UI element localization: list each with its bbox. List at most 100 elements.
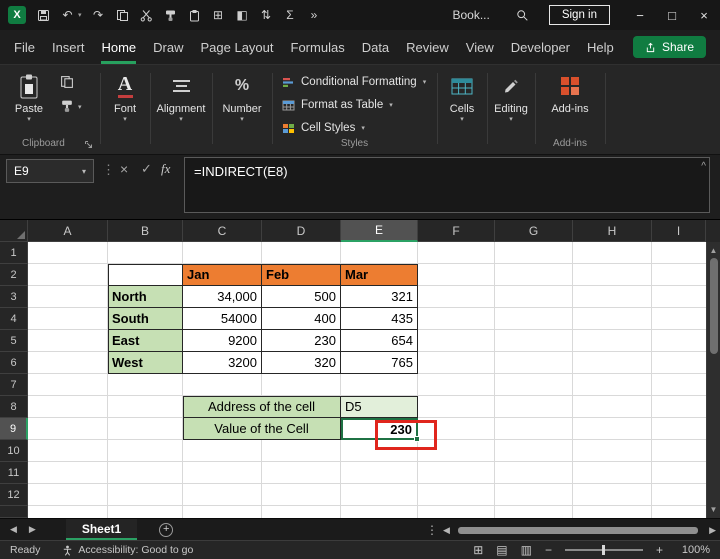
cell-e5[interactable]: 654 <box>341 330 418 352</box>
tab-home[interactable]: Home <box>101 30 136 64</box>
column-header-d[interactable]: D <box>262 220 341 242</box>
name-box[interactable]: E9 ▾ <box>6 159 94 183</box>
tab-file[interactable]: File <box>14 30 35 64</box>
next-sheet-icon[interactable]: ▶ <box>29 524 36 535</box>
page-break-view-icon[interactable]: ▥ <box>521 543 532 557</box>
format-as-table-button[interactable]: Format as Table ▾ <box>282 96 393 114</box>
maximize-button[interactable]: □ <box>656 0 688 30</box>
format-painter-small-icon[interactable] <box>60 99 74 113</box>
cell-b3[interactable]: North <box>108 286 183 308</box>
fill-color-icon[interactable]: ◧ <box>235 8 250 23</box>
prev-sheet-icon[interactable]: ◀ <box>10 524 17 535</box>
zoom-in-button[interactable]: + <box>656 543 663 557</box>
column-header-b[interactable]: B <box>108 220 183 242</box>
column-header-e[interactable]: E <box>341 220 418 242</box>
cell-d4[interactable]: 400 <box>262 308 341 330</box>
clipboard-dialog-launcher-icon[interactable] <box>84 140 93 149</box>
cut-icon[interactable] <box>139 8 154 23</box>
column-header-c[interactable]: C <box>183 220 262 242</box>
cell-c4[interactable]: 54000 <box>183 308 262 330</box>
scroll-up-icon[interactable]: ▲ <box>707 246 720 255</box>
cell-c5[interactable]: 9200 <box>183 330 262 352</box>
row-header-12[interactable]: 12 <box>0 484 28 506</box>
sign-in-button[interactable]: Sign in <box>549 5 610 25</box>
hscroll-left-icon[interactable]: ◀ <box>443 525 450 536</box>
horizontal-scrollbar-thumb[interactable] <box>458 527 698 534</box>
column-header-h[interactable]: H <box>573 220 652 242</box>
tab-view[interactable]: View <box>466 30 494 64</box>
column-header-i[interactable]: I <box>652 220 706 242</box>
cell-d5[interactable]: 230 <box>262 330 341 352</box>
enter-icon[interactable]: ✓ <box>141 161 152 177</box>
editing-button[interactable]: Editing ▾ <box>489 70 533 123</box>
cell-b4[interactable]: South <box>108 308 183 330</box>
tab-developer[interactable]: Developer <box>511 30 570 64</box>
undo-dropdown-icon[interactable]: ▾ <box>78 11 82 19</box>
row-header-8[interactable]: 8 <box>0 396 28 418</box>
insert-function-icon[interactable]: fx <box>161 161 170 177</box>
tab-draw[interactable]: Draw <box>153 30 183 64</box>
cell-b2[interactable] <box>108 264 183 286</box>
copy-small-icon[interactable] <box>60 75 74 89</box>
hscroll-right-icon[interactable]: ▶ <box>709 525 716 536</box>
redo-icon[interactable]: ↷ <box>91 8 106 23</box>
row-header-9[interactable]: 9 <box>0 418 28 440</box>
search-icon[interactable] <box>516 9 529 22</box>
formula-input[interactable]: =INDIRECT(E8) <box>184 157 710 213</box>
format-painter-icon[interactable] <box>163 8 178 23</box>
row-header-4[interactable]: 4 <box>0 308 28 330</box>
scroll-down-icon[interactable]: ▼ <box>707 505 720 514</box>
column-header-g[interactable]: G <box>495 220 573 242</box>
paste-button[interactable]: Paste ▾ <box>6 70 52 123</box>
autosum-icon[interactable]: Σ <box>283 8 298 23</box>
cell-e4[interactable]: 435 <box>341 308 418 330</box>
copy-icon[interactable] <box>115 8 130 23</box>
row-header-2[interactable]: 2 <box>0 264 28 286</box>
fill-handle[interactable] <box>414 436 420 442</box>
sheet-tab-sheet1[interactable]: Sheet1 <box>66 519 137 540</box>
close-button[interactable]: × <box>688 0 720 30</box>
toolbar-overflow-icon[interactable]: » <box>307 8 322 23</box>
select-all-corner[interactable] <box>0 220 28 242</box>
row-header-7[interactable]: 7 <box>0 374 28 396</box>
row-header-5[interactable]: 5 <box>0 330 28 352</box>
tab-data[interactable]: Data <box>362 30 389 64</box>
column-header-a[interactable]: A <box>28 220 108 242</box>
row-header-1[interactable]: 1 <box>0 242 28 264</box>
cell-e8[interactable]: D5 <box>341 396 418 418</box>
number-button[interactable]: % Number ▾ <box>216 70 268 123</box>
cell-c3[interactable]: 34,000 <box>183 286 262 308</box>
row-header-11[interactable]: 11 <box>0 462 28 484</box>
accessibility-status[interactable]: Accessibility: Good to go <box>62 544 193 556</box>
cell-e3[interactable]: 321 <box>341 286 418 308</box>
cell-c6[interactable]: 3200 <box>183 352 262 374</box>
cell-styles-button[interactable]: Cell Styles ▾ <box>282 119 365 137</box>
zoom-slider[interactable] <box>565 549 643 551</box>
tab-help[interactable]: Help <box>587 30 614 64</box>
row-header-3[interactable]: 3 <box>0 286 28 308</box>
cell-e2[interactable]: Mar <box>341 264 418 286</box>
normal-view-icon[interactable]: ⊞ <box>473 543 483 557</box>
alignment-button[interactable]: Alignment ▾ <box>154 70 208 123</box>
page-layout-view-icon[interactable]: ▤ <box>496 543 507 557</box>
excel-app-icon[interactable]: X <box>8 6 26 24</box>
tab-review[interactable]: Review <box>406 30 449 64</box>
borders-icon[interactable]: ⊞ <box>211 8 226 23</box>
vertical-scrollbar-thumb[interactable] <box>710 258 718 354</box>
cell-e6[interactable]: 765 <box>341 352 418 374</box>
column-header-f[interactable]: F <box>418 220 495 242</box>
paste-icon[interactable] <box>187 8 202 23</box>
new-sheet-button[interactable]: + <box>159 523 173 537</box>
row-header-10[interactable]: 10 <box>0 440 28 462</box>
cell-b6[interactable]: West <box>108 352 183 374</box>
zoom-slider-thumb[interactable] <box>602 545 605 555</box>
save-icon[interactable] <box>36 8 51 23</box>
cancel-icon[interactable]: × <box>120 161 128 177</box>
share-button[interactable]: Share <box>633 36 706 58</box>
cell-c2[interactable]: Jan <box>183 264 262 286</box>
zoom-percentage[interactable]: 100% <box>676 544 710 556</box>
collapse-formula-bar-icon[interactable]: ^ <box>701 161 706 172</box>
vertical-scrollbar[interactable]: ▲ ▼ <box>706 242 720 518</box>
cell-d3[interactable]: 500 <box>262 286 341 308</box>
horizontal-scrollbar[interactable] <box>456 527 700 534</box>
